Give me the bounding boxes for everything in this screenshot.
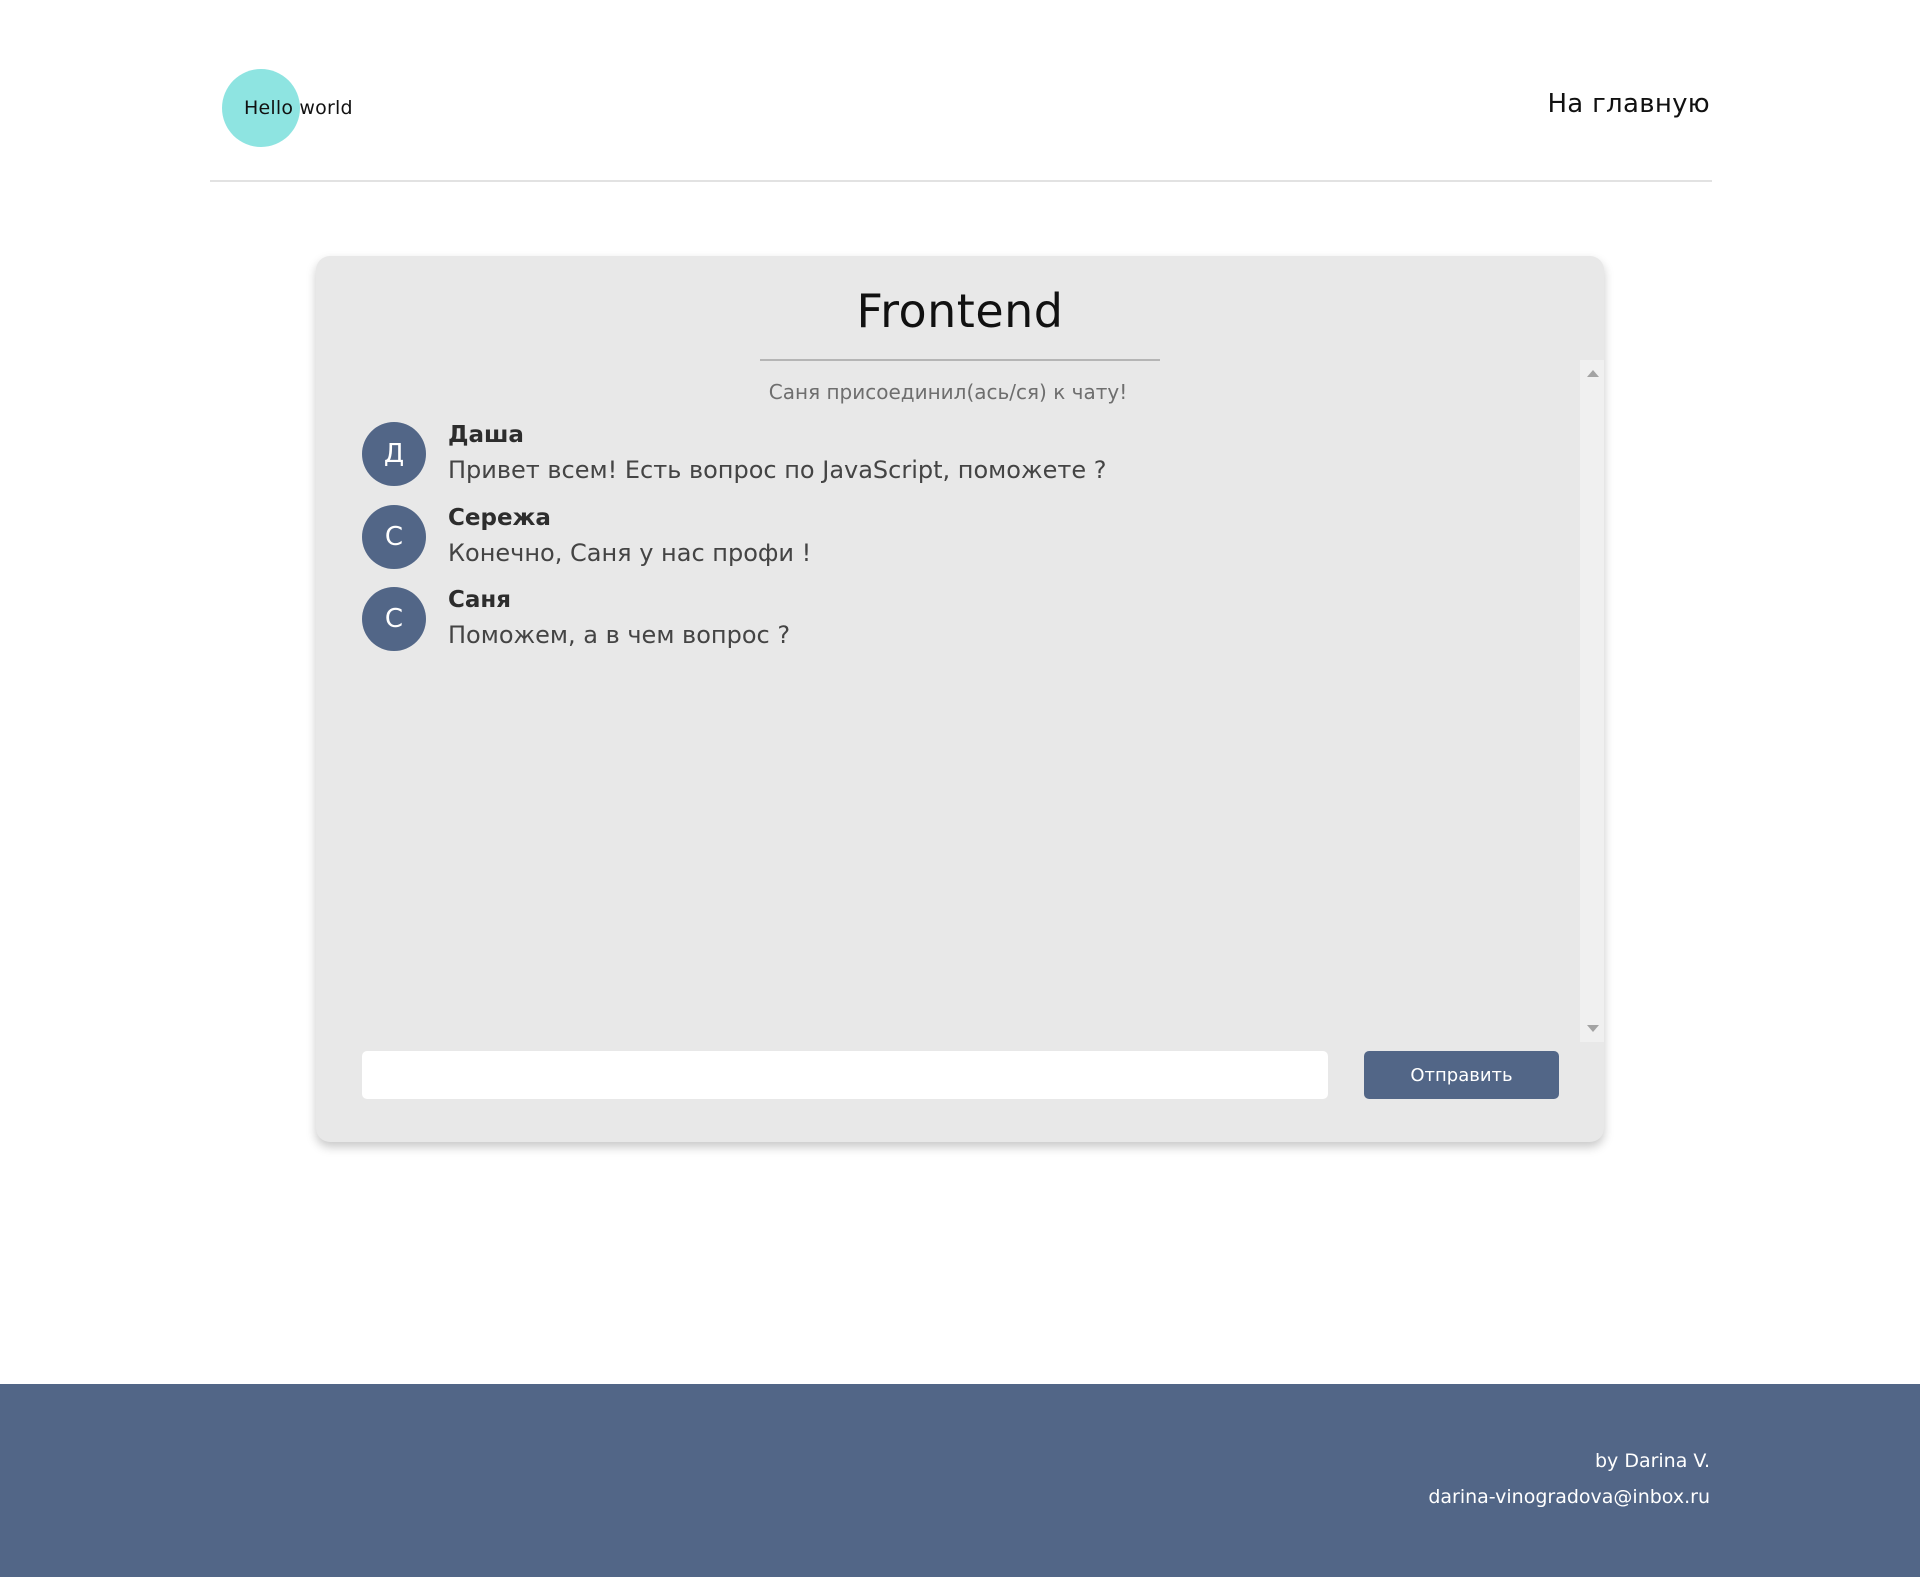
avatar: С [362, 587, 426, 651]
messages-scrollbar[interactable] [1580, 360, 1604, 1042]
message-text: Привет всем! Есть вопрос по JavaScript, … [448, 456, 1107, 484]
site-footer: by Darina V. darina-vinogradova@inbox.ru [0, 1384, 1920, 1577]
system-message: Саня присоединил(ась/ся) к чату! [768, 380, 1128, 404]
footer-author: by Darina V. [1594, 1450, 1710, 1472]
message-author: Саня [448, 587, 512, 613]
messages-list: Саня присоединил(ась/ся) к чату! Д Даша … [316, 360, 1580, 1042]
message-item: Д Даша Привет всем! Есть вопрос по JavaS… [362, 422, 1512, 486]
logo-link[interactable]: Hello world [222, 69, 353, 147]
chat-title: Frontend [856, 284, 1064, 338]
message-text: Поможем, а в чем вопрос ? [448, 621, 791, 649]
avatar: Д [362, 422, 426, 486]
message-input[interactable] [362, 1051, 1328, 1099]
message-text: Конечно, Саня у нас профи ! [448, 539, 812, 567]
message-item: С Саня Поможем, а в чем вопрос ? [362, 587, 1512, 651]
message-item: С Сережа Конечно, Саня у нас профи ! [362, 505, 1512, 569]
triangle-down-icon[interactable] [1587, 1025, 1599, 1032]
nav-home-link[interactable]: На главную [1547, 89, 1710, 119]
avatar: С [362, 505, 426, 569]
footer-email-link[interactable]: darina-vinogradova@inbox.ru [1428, 1486, 1710, 1508]
message-author: Сережа [448, 505, 551, 531]
message-author: Даша [448, 422, 524, 448]
logo-text: Hello world [244, 97, 353, 119]
send-button[interactable]: Отправить [1364, 1051, 1559, 1099]
site-header: Hello world На главную [210, 0, 1712, 182]
chat-card: Frontend Саня присоединил(ась/ся) к чату… [316, 256, 1604, 1142]
triangle-up-icon[interactable] [1587, 370, 1599, 377]
